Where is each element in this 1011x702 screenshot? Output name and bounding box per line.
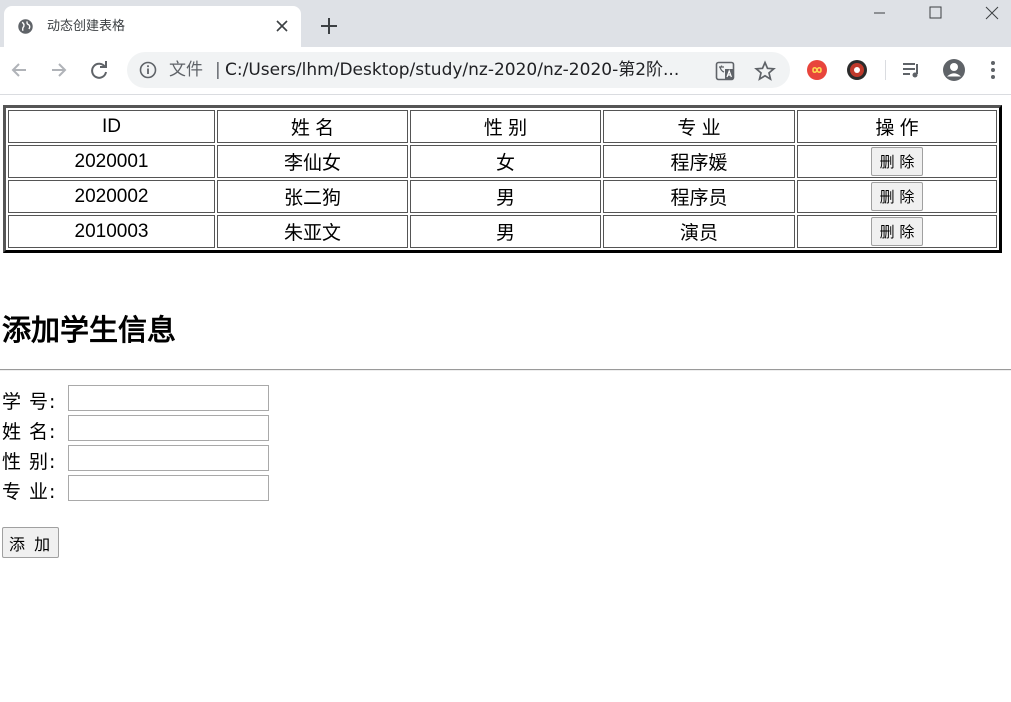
column-header-name: 姓 名 <box>217 110 408 143</box>
minimize-icon[interactable] <box>856 0 902 30</box>
info-icon[interactable] <box>139 61 157 79</box>
table-row: 2020001 李仙女 女 程序媛 删 除 <box>8 145 997 178</box>
cell-major: 程序媛 <box>603 145 795 178</box>
address-scheme: 文件 <box>169 60 203 80</box>
tab-title: 动态创建表格 <box>47 19 126 34</box>
cell-name: 朱亚文 <box>217 215 408 248</box>
cell-gender: 女 <box>410 145 601 178</box>
cell-major: 演员 <box>603 215 795 248</box>
cell-action: 删 除 <box>797 145 997 178</box>
globe-icon <box>18 19 33 34</box>
major-label: 专 业: <box>2 481 57 503</box>
name-input[interactable] <box>68 415 269 441</box>
plus-icon[interactable] <box>319 16 339 36</box>
kebab-menu-icon[interactable] <box>983 59 1003 81</box>
student-id-label: 学 号: <box>2 391 57 413</box>
form-title: 添加学生信息 <box>2 313 177 347</box>
extension-icon[interactable] <box>846 59 868 81</box>
gender-input[interactable] <box>68 445 269 471</box>
gender-label: 性 别: <box>2 451 57 473</box>
add-button[interactable]: 添 加 <box>2 527 60 558</box>
browser-toolbar: 文件 | C:/Users/lhm/Desktop/study/nz-2020/… <box>0 47 1011 95</box>
column-header-action: 操 作 <box>797 110 997 143</box>
table-row: 2020002 张二狗 男 程序员 删 除 <box>8 180 997 213</box>
name-label: 姓 名: <box>2 421 57 443</box>
cell-action: 删 除 <box>797 180 997 213</box>
address-url[interactable]: C:/Users/lhm/Desktop/study/nz-2020/nz-20… <box>225 60 685 80</box>
tab-strip: 动态创建表格 <box>0 0 1011 47</box>
cell-major: 程序员 <box>603 180 795 213</box>
page-content: ID 姓 名 性 别 专 业 操 作 2020001 李仙女 女 程序媛 删 除… <box>0 95 1011 702</box>
toolbar-divider <box>885 60 886 80</box>
address-separator: | <box>215 60 221 80</box>
address-bar[interactable]: 文件 | C:/Users/lhm/Desktop/study/nz-2020/… <box>127 52 790 88</box>
student-table: ID 姓 名 性 别 专 业 操 作 2020001 李仙女 女 程序媛 删 除… <box>3 105 1002 253</box>
delete-button[interactable]: 删 除 <box>870 182 924 211</box>
extension-infinity-icon[interactable] <box>806 59 828 81</box>
translate-icon[interactable] <box>715 61 735 81</box>
column-header-gender: 性 别 <box>410 110 601 143</box>
major-input[interactable] <box>68 475 269 501</box>
cell-id: 2010003 <box>8 215 215 248</box>
cell-id: 2020002 <box>8 180 215 213</box>
cell-action: 删 除 <box>797 215 997 248</box>
divider <box>0 369 1011 371</box>
table-row: 2010003 朱亚文 男 演员 删 除 <box>8 215 997 248</box>
cell-name: 张二狗 <box>217 180 408 213</box>
cell-gender: 男 <box>410 215 601 248</box>
profile-icon[interactable] <box>942 58 966 82</box>
arrow-right-icon[interactable] <box>48 59 70 81</box>
cell-name: 李仙女 <box>217 145 408 178</box>
column-header-id: ID <box>8 110 215 143</box>
close-icon[interactable] <box>275 19 289 33</box>
media-control-icon[interactable] <box>900 59 922 81</box>
window-close-icon[interactable] <box>968 0 1011 30</box>
delete-button[interactable]: 删 除 <box>870 147 924 176</box>
browser-tab[interactable]: 动态创建表格 <box>4 6 301 47</box>
star-icon[interactable] <box>754 60 776 82</box>
arrow-left-icon[interactable] <box>8 59 30 81</box>
maximize-icon[interactable] <box>912 0 958 30</box>
cell-id: 2020001 <box>8 145 215 178</box>
reload-icon[interactable] <box>88 59 110 81</box>
column-header-major: 专 业 <box>603 110 795 143</box>
delete-button[interactable]: 删 除 <box>870 217 924 246</box>
student-id-input[interactable] <box>68 385 269 411</box>
cell-gender: 男 <box>410 180 601 213</box>
table-header-row: ID 姓 名 性 别 专 业 操 作 <box>8 110 997 143</box>
